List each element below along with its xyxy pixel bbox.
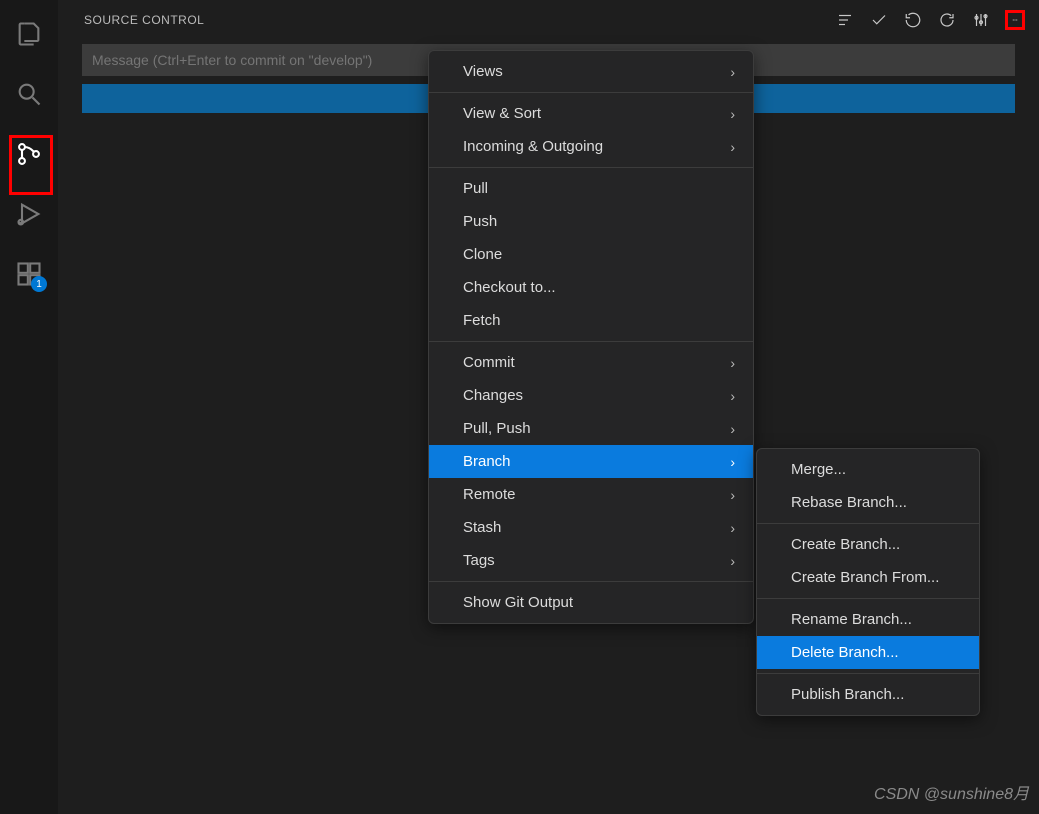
panel-header: SOURCE CONTROL bbox=[58, 0, 1039, 40]
more-menu-item-push[interactable]: Push bbox=[429, 205, 753, 238]
menu-separator bbox=[429, 341, 753, 342]
history-icon[interactable] bbox=[903, 10, 923, 30]
more-menu-item-pull-push[interactable]: Pull, Push › bbox=[429, 412, 753, 445]
search-icon[interactable] bbox=[13, 78, 45, 110]
branch-submenu: Merge... Rebase Branch... Create Branch...… bbox=[756, 448, 980, 716]
more-menu-item-changes[interactable]: Changes › bbox=[429, 379, 753, 412]
chevron-right-icon: › bbox=[730, 355, 735, 371]
branch-menu-item-create-branch[interactable]: Create Branch... bbox=[757, 528, 979, 561]
commit-check-icon[interactable] bbox=[869, 10, 889, 30]
menu-item-label: Rename Branch... bbox=[791, 611, 912, 628]
menu-item-label: Create Branch From... bbox=[791, 569, 939, 586]
chevron-right-icon: › bbox=[730, 388, 735, 404]
menu-item-label: Stash bbox=[463, 519, 501, 536]
explorer-icon[interactable] bbox=[13, 18, 45, 50]
more-menu-item-view-sort[interactable]: View & Sort › bbox=[429, 97, 753, 130]
more-menu-item-checkout-to[interactable]: Checkout to... bbox=[429, 271, 753, 304]
menu-separator bbox=[429, 92, 753, 93]
menu-item-label: Commit bbox=[463, 354, 515, 371]
menu-item-label: Fetch bbox=[463, 312, 501, 329]
branch-menu-item-publish-branch[interactable]: Publish Branch... bbox=[757, 678, 979, 711]
branch-menu-item-delete-branch[interactable]: Delete Branch... bbox=[757, 636, 979, 669]
chevron-right-icon: › bbox=[730, 106, 735, 122]
more-menu-item-branch[interactable]: Branch › bbox=[429, 445, 753, 478]
menu-item-label: Pull bbox=[463, 180, 488, 197]
menu-item-label: Remote bbox=[463, 486, 516, 503]
menu-separator bbox=[757, 523, 979, 524]
more-menu-item-commit[interactable]: Commit › bbox=[429, 346, 753, 379]
chevron-right-icon: › bbox=[730, 421, 735, 437]
run-debug-icon[interactable] bbox=[13, 198, 45, 230]
chevron-right-icon: › bbox=[730, 64, 735, 80]
more-menu-item-incoming-outgoing[interactable]: Incoming & Outgoing › bbox=[429, 130, 753, 163]
menu-item-label: Rebase Branch... bbox=[791, 494, 907, 511]
menu-item-label: Publish Branch... bbox=[791, 686, 904, 703]
menu-item-label: Branch bbox=[463, 453, 511, 470]
menu-item-label: Checkout to... bbox=[463, 279, 556, 296]
menu-item-label: Pull, Push bbox=[463, 420, 531, 437]
menu-separator bbox=[757, 673, 979, 674]
chevron-right-icon: › bbox=[730, 139, 735, 155]
branch-menu-item-merge[interactable]: Merge... bbox=[757, 453, 979, 486]
more-actions-icon[interactable] bbox=[1005, 10, 1025, 30]
menu-item-label: Show Git Output bbox=[463, 594, 573, 611]
more-menu-item-views[interactable]: Views › bbox=[429, 55, 753, 88]
menu-item-label: Views bbox=[463, 63, 503, 80]
activity-bar: 1 bbox=[0, 0, 58, 814]
more-menu-item-remote[interactable]: Remote › bbox=[429, 478, 753, 511]
source-control-icon[interactable] bbox=[13, 138, 45, 170]
panel-title: SOURCE CONTROL bbox=[84, 13, 204, 27]
more-menu-item-tags[interactable]: Tags › bbox=[429, 544, 753, 577]
menu-item-label: Clone bbox=[463, 246, 502, 263]
chevron-right-icon: › bbox=[730, 553, 735, 569]
chevron-right-icon: › bbox=[730, 520, 735, 536]
branch-menu-item-create-branch-from[interactable]: Create Branch From... bbox=[757, 561, 979, 594]
extensions-icon[interactable]: 1 bbox=[13, 258, 45, 290]
menu-item-label: Create Branch... bbox=[791, 536, 900, 553]
extensions-badge: 1 bbox=[31, 276, 47, 292]
settings-sliders-icon[interactable] bbox=[971, 10, 991, 30]
menu-item-label: View & Sort bbox=[463, 105, 541, 122]
more-actions-menu: Views›View & Sort›Incoming & Outgoing›Pu… bbox=[428, 50, 754, 624]
more-menu-item-stash[interactable]: Stash › bbox=[429, 511, 753, 544]
menu-item-label: Changes bbox=[463, 387, 523, 404]
menu-item-label: Push bbox=[463, 213, 497, 230]
menu-item-label: Merge... bbox=[791, 461, 846, 478]
more-menu-item-fetch[interactable]: Fetch bbox=[429, 304, 753, 337]
more-menu-item-clone[interactable]: Clone bbox=[429, 238, 753, 271]
more-menu-item-show-git-output[interactable]: Show Git Output bbox=[429, 586, 753, 619]
menu-item-label: Incoming & Outgoing bbox=[463, 138, 603, 155]
menu-separator bbox=[429, 581, 753, 582]
chevron-right-icon: › bbox=[730, 487, 735, 503]
menu-separator bbox=[757, 598, 979, 599]
watermark-text: CSDN @sunshine8月 bbox=[874, 780, 1029, 804]
view-tree-icon[interactable] bbox=[835, 10, 855, 30]
refresh-icon[interactable] bbox=[937, 10, 957, 30]
menu-item-label: Tags bbox=[463, 552, 495, 569]
chevron-right-icon: › bbox=[730, 454, 735, 470]
branch-menu-item-rename-branch[interactable]: Rename Branch... bbox=[757, 603, 979, 636]
panel-actions bbox=[835, 10, 1025, 30]
branch-menu-item-rebase-branch[interactable]: Rebase Branch... bbox=[757, 486, 979, 519]
more-menu-item-pull[interactable]: Pull bbox=[429, 172, 753, 205]
menu-item-label: Delete Branch... bbox=[791, 644, 899, 661]
menu-separator bbox=[429, 167, 753, 168]
